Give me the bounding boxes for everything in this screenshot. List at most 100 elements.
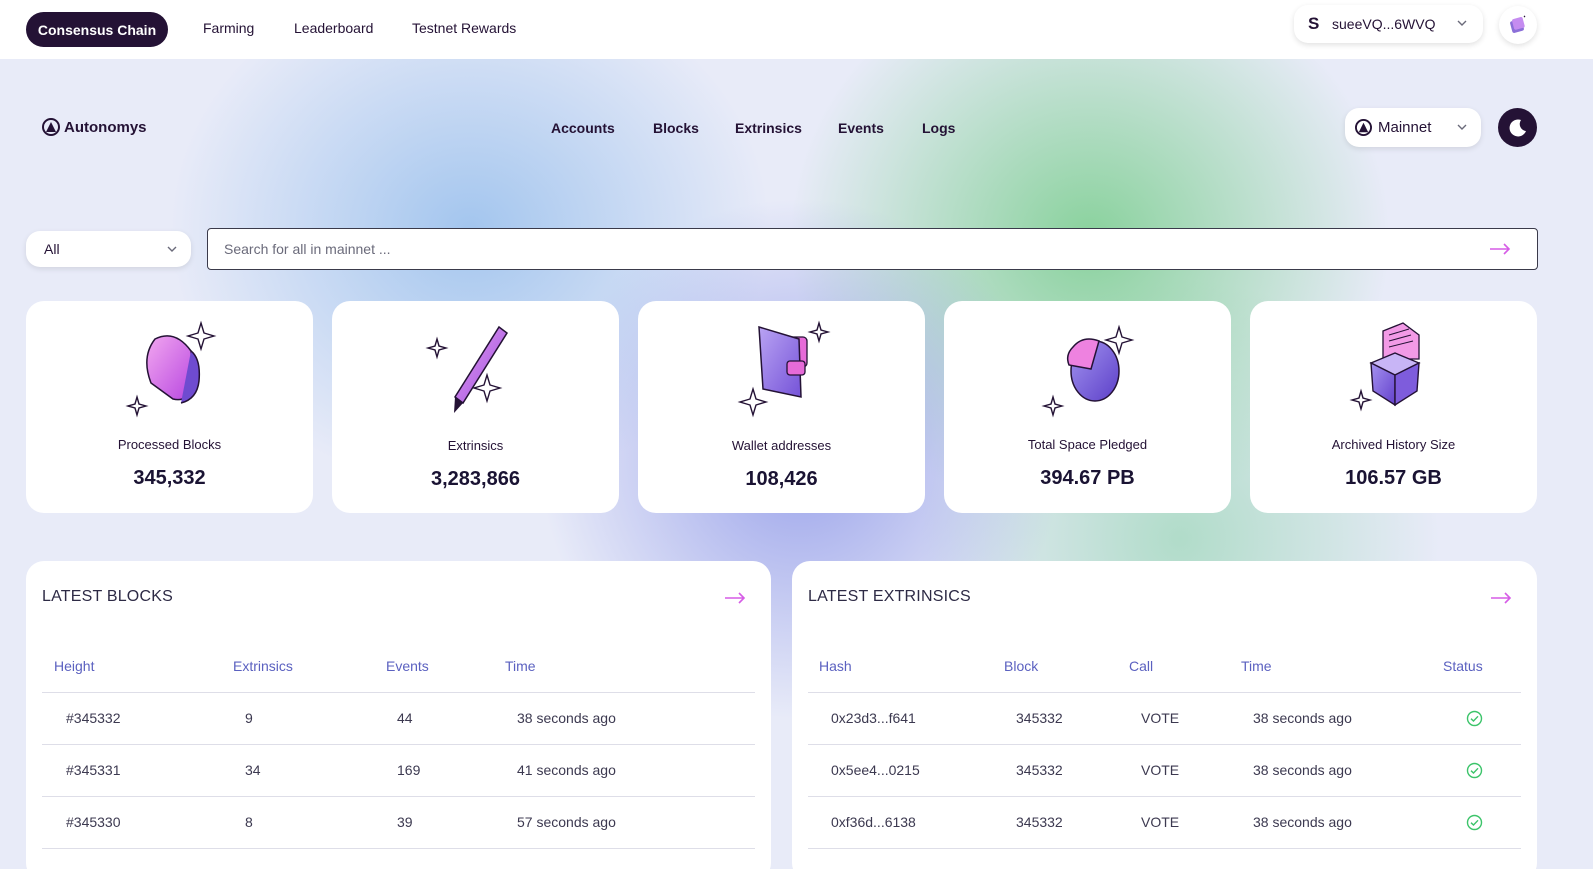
stat-label: Archived History Size bbox=[1331, 437, 1456, 452]
check-circle-icon bbox=[1466, 814, 1483, 831]
nav-accounts[interactable]: Accounts bbox=[551, 120, 615, 136]
chevron-down-icon bbox=[167, 246, 177, 252]
block-height-link[interactable]: #345332 bbox=[66, 710, 121, 726]
extrinsic-time: 38 seconds ago bbox=[1253, 762, 1352, 778]
divider bbox=[42, 744, 755, 745]
column-header-block[interactable]: Block bbox=[1004, 658, 1038, 674]
stat-card-processed-blocks: Processed Blocks 345,332 bbox=[26, 301, 313, 513]
panel-title: LATEST BLOCKS bbox=[42, 588, 173, 605]
tab-consensus-chain[interactable]: Consensus Chain bbox=[26, 12, 168, 47]
divider bbox=[42, 692, 755, 693]
extrinsic-hash-link[interactable]: 0x23d3...f641 bbox=[831, 710, 916, 726]
column-header-time[interactable]: Time bbox=[1241, 658, 1272, 674]
box-icon bbox=[1348, 322, 1421, 412]
theme-toggle-button[interactable] bbox=[1498, 108, 1537, 147]
check-circle-icon bbox=[1466, 762, 1483, 779]
stat-value: 108,426 bbox=[745, 468, 818, 490]
divider bbox=[42, 848, 755, 849]
tab-leaderboard[interactable]: Leaderboard bbox=[294, 20, 373, 36]
extrinsic-hash-link[interactable]: 0xf36d...6138 bbox=[831, 814, 916, 830]
chevron-down-icon bbox=[1457, 124, 1467, 130]
nav-events[interactable]: Events bbox=[838, 120, 884, 136]
extrinsic-call: VOTE bbox=[1141, 710, 1180, 726]
stat-value: 3,283,866 bbox=[431, 468, 520, 490]
arrow-right-icon[interactable] bbox=[1490, 591, 1512, 605]
stat-card-wallet-addresses: Wallet addresses 108,426 bbox=[638, 301, 925, 513]
stat-value: 394.67 PB bbox=[1040, 467, 1135, 489]
column-header-hash[interactable]: Hash bbox=[819, 658, 852, 674]
brand-logo[interactable]: Autonomys bbox=[42, 118, 147, 136]
stat-label: Total Space Pledged bbox=[1027, 437, 1148, 452]
block-time: 57 seconds ago bbox=[517, 814, 616, 830]
arrow-right-icon[interactable] bbox=[1489, 242, 1511, 256]
brand-name: Autonomys bbox=[64, 118, 147, 136]
network-name: Mainnet bbox=[1378, 119, 1432, 136]
subwallet-icon: S bbox=[1308, 14, 1320, 33]
divider bbox=[808, 796, 1521, 797]
extrinsic-block-link[interactable]: 345332 bbox=[1016, 762, 1063, 778]
divider bbox=[808, 692, 1521, 693]
block-extrinsics: 9 bbox=[245, 710, 253, 726]
stat-card-total-space-pledged: Total Space Pledged 394.67 PB bbox=[944, 301, 1231, 513]
block-extrinsics: 34 bbox=[245, 762, 261, 778]
block-time: 38 seconds ago bbox=[517, 710, 616, 726]
nav-blocks[interactable]: Blocks bbox=[653, 120, 699, 136]
extrinsic-block-link[interactable]: 345332 bbox=[1016, 814, 1063, 830]
block-time: 41 seconds ago bbox=[517, 762, 616, 778]
block-height-link[interactable]: #345330 bbox=[66, 814, 121, 830]
divider bbox=[42, 796, 755, 797]
search-input[interactable] bbox=[224, 241, 1464, 257]
stat-label: Processed Blocks bbox=[117, 437, 222, 452]
search-filter-value: All bbox=[44, 241, 60, 257]
tab-testnet-rewards[interactable]: Testnet Rewards bbox=[412, 20, 516, 36]
pen-icon bbox=[424, 325, 508, 413]
extrinsic-hash-link[interactable]: 0x5ee4...0215 bbox=[831, 762, 920, 778]
stat-value: 106.57 GB bbox=[1345, 467, 1442, 489]
extrinsic-time: 38 seconds ago bbox=[1253, 814, 1352, 830]
block-events: 169 bbox=[397, 762, 421, 778]
search-filter-select[interactable]: All bbox=[26, 231, 191, 267]
latest-blocks-panel: LATEST BLOCKS Height Extrinsics Events T… bbox=[26, 561, 771, 869]
moon-icon bbox=[1509, 118, 1526, 136]
nav-logs[interactable]: Logs bbox=[922, 120, 955, 136]
top-bar: Consensus Chain Farming Leaderboard Test… bbox=[0, 0, 1593, 59]
avatar-icon bbox=[1510, 15, 1526, 33]
chevron-down-icon bbox=[1457, 20, 1467, 26]
stat-label: Extrinsics bbox=[447, 438, 504, 453]
tab-farming[interactable]: Farming bbox=[203, 20, 254, 36]
divider bbox=[808, 744, 1521, 745]
latest-extrinsics-panel: LATEST EXTRINSICS Hash Block Call Time S… bbox=[792, 561, 1537, 869]
column-header-call[interactable]: Call bbox=[1129, 658, 1153, 674]
wallet-address: sueeVQ...6WVQ bbox=[1332, 16, 1436, 32]
column-header-time[interactable]: Time bbox=[505, 658, 536, 674]
block-height-link[interactable]: #345331 bbox=[66, 762, 121, 778]
network-selector[interactable]: Mainnet bbox=[1345, 108, 1481, 147]
wallet-icon bbox=[737, 320, 831, 418]
extrinsic-block-link[interactable]: 345332 bbox=[1016, 710, 1063, 726]
extrinsic-call: VOTE bbox=[1141, 762, 1180, 778]
arrow-right-icon[interactable] bbox=[724, 591, 746, 605]
account-avatar-button[interactable] bbox=[1499, 6, 1537, 44]
block-extrinsics: 8 bbox=[245, 814, 253, 830]
extrinsic-time: 38 seconds ago bbox=[1253, 710, 1352, 726]
pie-icon bbox=[1040, 324, 1134, 418]
stat-value: 345,332 bbox=[133, 467, 206, 489]
check-circle-icon bbox=[1466, 710, 1483, 727]
wallet-dropdown[interactable]: S sueeVQ...6WVQ bbox=[1294, 5, 1483, 43]
autonomys-logo-icon bbox=[42, 118, 60, 136]
autonomys-logo-icon bbox=[1355, 119, 1372, 136]
column-header-extrinsics[interactable]: Extrinsics bbox=[233, 658, 293, 674]
search-bar bbox=[207, 228, 1538, 270]
extrinsic-call: VOTE bbox=[1141, 814, 1180, 830]
stat-card-extrinsics: Extrinsics 3,283,866 bbox=[332, 301, 619, 513]
nav-extrinsics[interactable]: Extrinsics bbox=[735, 120, 802, 136]
column-header-events[interactable]: Events bbox=[386, 658, 429, 674]
column-header-height[interactable]: Height bbox=[54, 658, 94, 674]
block-events: 39 bbox=[397, 814, 413, 830]
panel-title: LATEST EXTRINSICS bbox=[808, 588, 971, 605]
divider bbox=[808, 848, 1521, 849]
stat-label: Wallet addresses bbox=[731, 438, 832, 453]
column-header-status[interactable]: Status bbox=[1443, 658, 1483, 674]
stat-card-archived-history-size: Archived History Size 106.57 GB bbox=[1250, 301, 1537, 513]
cube-icon bbox=[124, 320, 216, 418]
